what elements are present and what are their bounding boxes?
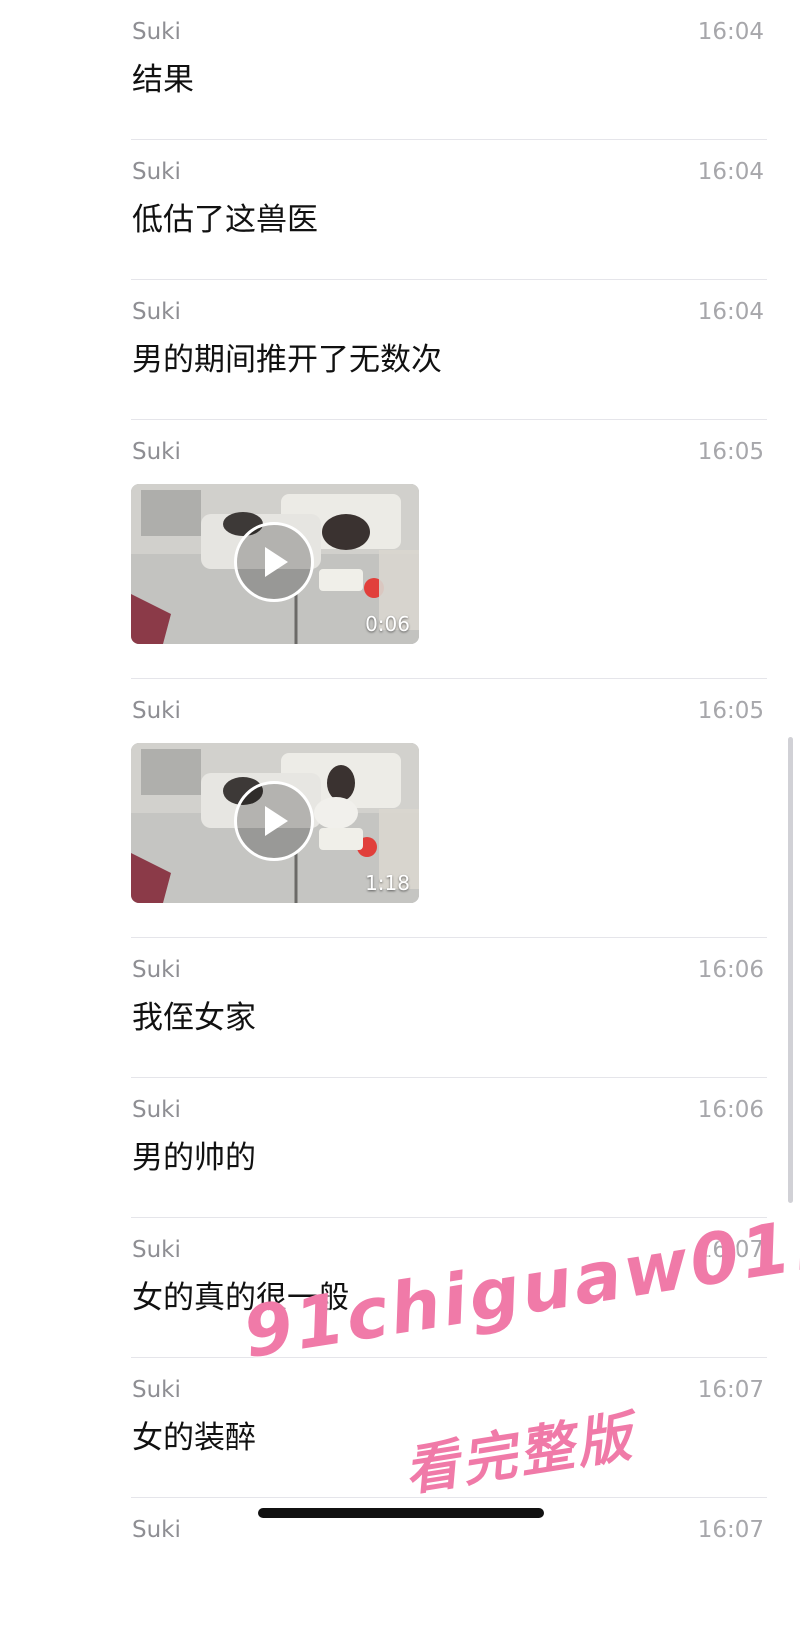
chat-message-list[interactable]: Suki 16:04 结果 Suki 16:04 低估了这兽医 Suki 16:… (0, 0, 800, 1543)
message-item[interactable]: Suki 16:07 (131, 1498, 767, 1638)
message-item[interactable]: Suki 16:07 女的装醉 (131, 1358, 767, 1498)
video-duration: 1:18 (365, 871, 410, 895)
message-item-video[interactable]: Suki 16:05 (131, 679, 767, 938)
message-text: 我侄女家 (132, 1000, 256, 1036)
video-thumbnail[interactable]: 0:06 (131, 484, 419, 644)
sender-name: Suki (132, 1097, 181, 1123)
video-duration: 0:06 (365, 612, 410, 636)
message-time: 16:05 (697, 439, 764, 465)
message-time: 16:04 (697, 19, 764, 45)
sender-name: Suki (132, 159, 181, 185)
play-icon (265, 806, 288, 836)
message-time: 16:07 (697, 1237, 764, 1263)
message-time: 16:07 (697, 1517, 764, 1543)
message-text: 男的帅的 (132, 1140, 256, 1176)
sender-name: Suki (132, 1377, 181, 1403)
message-item[interactable]: Suki 16:04 结果 (131, 0, 767, 140)
sender-name: Suki (132, 698, 181, 724)
message-time: 16:06 (697, 957, 764, 983)
message-text: 结果 (132, 62, 194, 98)
sender-name: Suki (132, 1517, 181, 1543)
message-time: 16:05 (697, 698, 764, 724)
message-text: 女的真的很一般 (132, 1280, 349, 1316)
play-button[interactable] (234, 522, 314, 602)
message-item[interactable]: Suki 16:04 男的期间推开了无数次 (131, 280, 767, 420)
message-item[interactable]: Suki 16:07 女的真的很一般 (131, 1218, 767, 1358)
message-item[interactable]: Suki 16:06 我侄女家 (131, 938, 767, 1078)
play-button[interactable] (234, 781, 314, 861)
message-item-video[interactable]: Suki 16:05 (131, 420, 767, 679)
sender-name: Suki (132, 957, 181, 983)
sender-name: Suki (132, 1237, 181, 1263)
sender-name: Suki (132, 299, 181, 325)
play-icon (265, 547, 288, 577)
message-time: 16:04 (697, 299, 764, 325)
home-indicator[interactable] (258, 1508, 544, 1518)
message-text: 女的装醉 (132, 1420, 256, 1456)
video-thumbnail[interactable]: 1:18 (131, 743, 419, 903)
message-time: 16:04 (697, 159, 764, 185)
message-item[interactable]: Suki 16:06 男的帅的 (131, 1078, 767, 1218)
message-text: 低估了这兽医 (132, 202, 318, 238)
message-item[interactable]: Suki 16:04 低估了这兽医 (131, 140, 767, 280)
sender-name: Suki (132, 19, 181, 45)
scrollbar[interactable] (788, 737, 793, 1203)
sender-name: Suki (132, 439, 181, 465)
message-time: 16:07 (697, 1377, 764, 1403)
message-time: 16:06 (697, 1097, 764, 1123)
message-text: 男的期间推开了无数次 (132, 342, 442, 378)
